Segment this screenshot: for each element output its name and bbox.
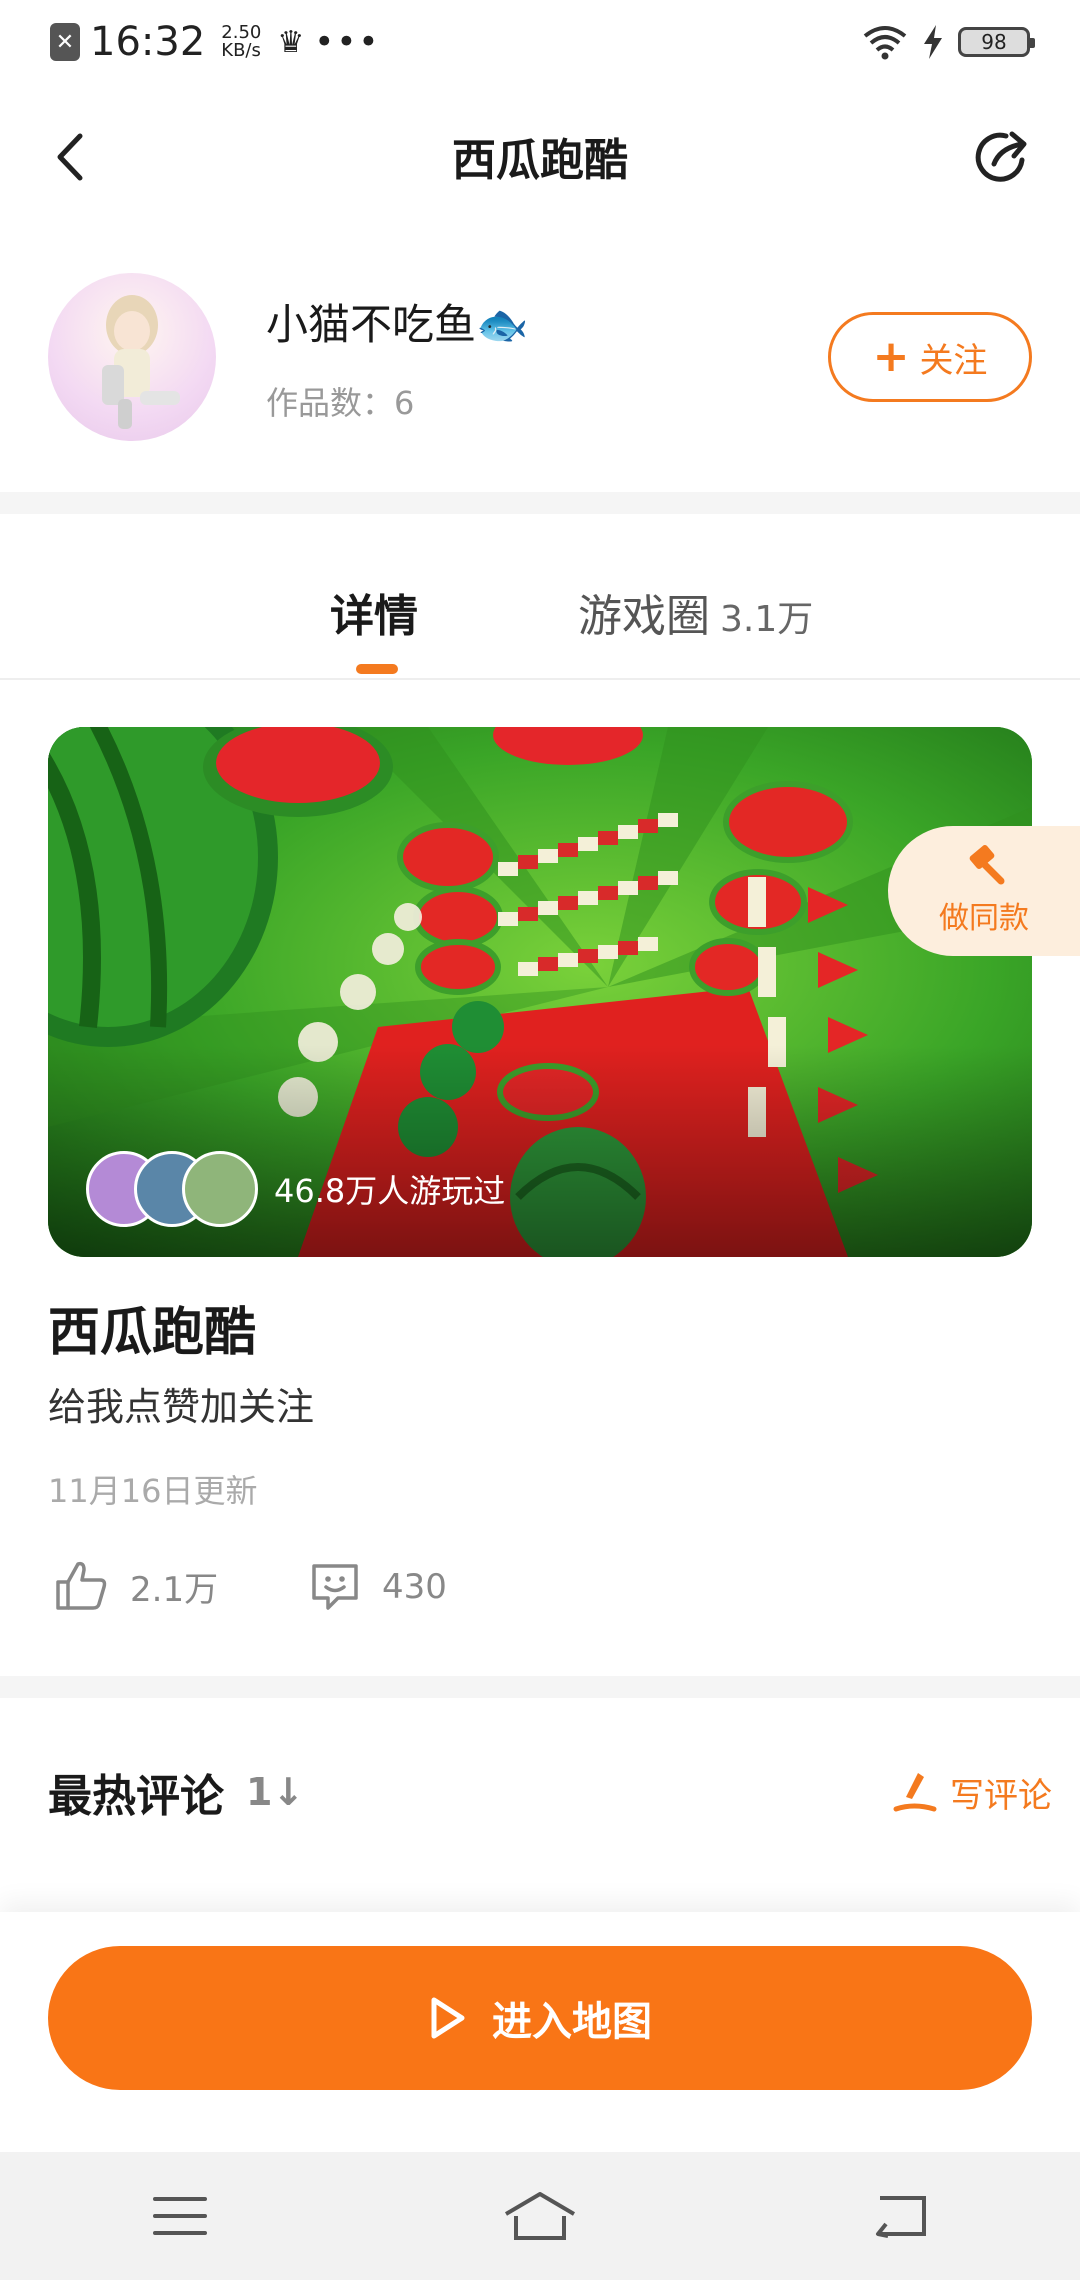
author-info: 小猫不吃鱼🐟 作品数：6 [266, 291, 528, 424]
sort-icon[interactable]: 1↓ [246, 1770, 304, 1814]
back-icon[interactable] [40, 122, 110, 192]
make-same-label: 做同款 [939, 901, 1029, 936]
crown-icon: ♛ [277, 24, 305, 60]
tab-details[interactable]: 详情 [330, 580, 418, 644]
tab-game-circle-count: 3.1万 [720, 599, 814, 640]
charging-icon [924, 25, 942, 59]
enter-map-button[interactable]: 进入地图 [48, 1946, 1032, 2090]
play-icon [431, 1997, 465, 2039]
make-same-button[interactable]: 做同款 [888, 826, 1080, 956]
game-description: 给我点赞加关注 [48, 1385, 315, 1429]
tab-game-circle[interactable]: 游戏圈 3.1万 [578, 580, 813, 644]
page-header: 西瓜跑酷 [0, 100, 1080, 212]
section-divider [0, 492, 1080, 514]
like-count: 2.1万 [130, 1569, 219, 1610]
tab-details-label: 详情 [330, 591, 418, 642]
game-cover-image[interactable]: 46.8万人游玩过 [48, 727, 1032, 1257]
author-avatar[interactable] [48, 273, 216, 441]
avatar-illustration [102, 295, 180, 429]
game-title: 西瓜跑酷 [48, 1303, 257, 1363]
hammer-icon [969, 845, 1005, 885]
author-row: 小猫不吃鱼🐟 作品数：6 + 关注 [48, 272, 1032, 442]
tab-bar: 详情 游戏圈 3.1万 [0, 540, 1080, 680]
player-avatar [182, 1151, 258, 1227]
bottom-action-panel: 进入地图 [0, 1912, 1080, 2152]
system-nav-bar [0, 2152, 1080, 2280]
wifi-icon [863, 26, 907, 60]
thumbs-up-icon [56, 1561, 107, 1610]
home-icon [504, 2192, 576, 2240]
nav-home-button[interactable] [495, 2181, 585, 2251]
players-row: 46.8万人游玩过 [86, 1151, 505, 1227]
plus-icon: + [872, 331, 910, 382]
comment-count-button[interactable]: 430 [308, 1560, 447, 1614]
notification-icon: ✕ [50, 23, 80, 61]
status-left: ✕ 16:32 2.50 KB/s ♛ ••• [50, 19, 380, 65]
comments-header: 最热评论 1↓ 写评论 [48, 1760, 1052, 1824]
section-divider [0, 1676, 1080, 1698]
menu-icon [153, 2197, 207, 2235]
network-speed-unit: KB/s [221, 40, 261, 61]
return-icon [876, 2196, 926, 2238]
comment-face-icon [312, 1564, 358, 1610]
tab-active-indicator [356, 664, 398, 674]
pen-icon [893, 1773, 937, 1812]
status-right: 98 [862, 24, 1035, 60]
enter-map-label: 进入地图 [492, 1999, 652, 2045]
players-count: 46.8万人游玩过 [274, 1172, 506, 1210]
status-bar: ✕ 16:32 2.50 KB/s ♛ ••• 98 [0, 0, 1080, 84]
network-speed: 2.50 KB/s [221, 24, 261, 60]
author-works-count: 作品数：6 [266, 383, 415, 422]
page-title: 西瓜跑酷 [452, 135, 628, 186]
follow-button[interactable]: + 关注 [828, 312, 1032, 402]
update-date: 11月16日更新 [48, 1472, 258, 1510]
status-time: 16:32 [90, 19, 206, 65]
more-notifications-icon: ••• [314, 22, 381, 62]
follow-label: 关注 [919, 340, 988, 381]
battery-indicator: 98 [958, 27, 1035, 57]
like-button[interactable]: 2.1万 [54, 1560, 218, 1612]
nav-back-button[interactable] [855, 2181, 945, 2251]
write-comment-label: 写评论 [950, 1775, 1052, 1816]
hot-comments-title: 最热评论 [48, 1771, 224, 1822]
author-name[interactable]: 小猫不吃鱼🐟 [266, 291, 528, 352]
share-icon[interactable] [970, 122, 1040, 192]
write-comment-button[interactable]: 写评论 [892, 1768, 1052, 1817]
tab-game-circle-label: 游戏圈 [578, 591, 710, 642]
nav-menu-button[interactable] [135, 2181, 225, 2251]
comment-count: 430 [382, 1567, 447, 1607]
